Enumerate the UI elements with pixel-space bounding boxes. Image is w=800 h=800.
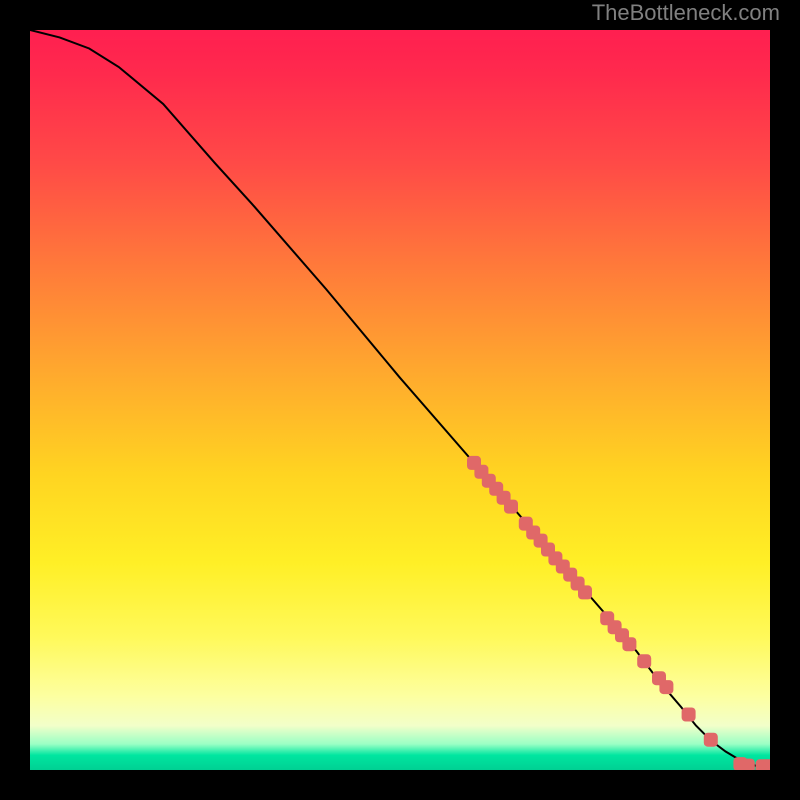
data-point xyxy=(704,733,718,747)
chart-curve xyxy=(30,30,770,766)
data-point xyxy=(741,759,755,770)
data-point xyxy=(622,637,636,651)
data-point xyxy=(578,585,592,599)
attribution-text: TheBottleneck.com xyxy=(592,0,780,26)
chart xyxy=(30,30,770,770)
chart-overlay xyxy=(30,30,770,770)
data-point xyxy=(682,708,696,722)
data-point xyxy=(763,759,770,770)
chart-points xyxy=(467,456,770,770)
data-point xyxy=(659,680,673,694)
data-point xyxy=(504,500,518,514)
data-point xyxy=(637,654,651,668)
